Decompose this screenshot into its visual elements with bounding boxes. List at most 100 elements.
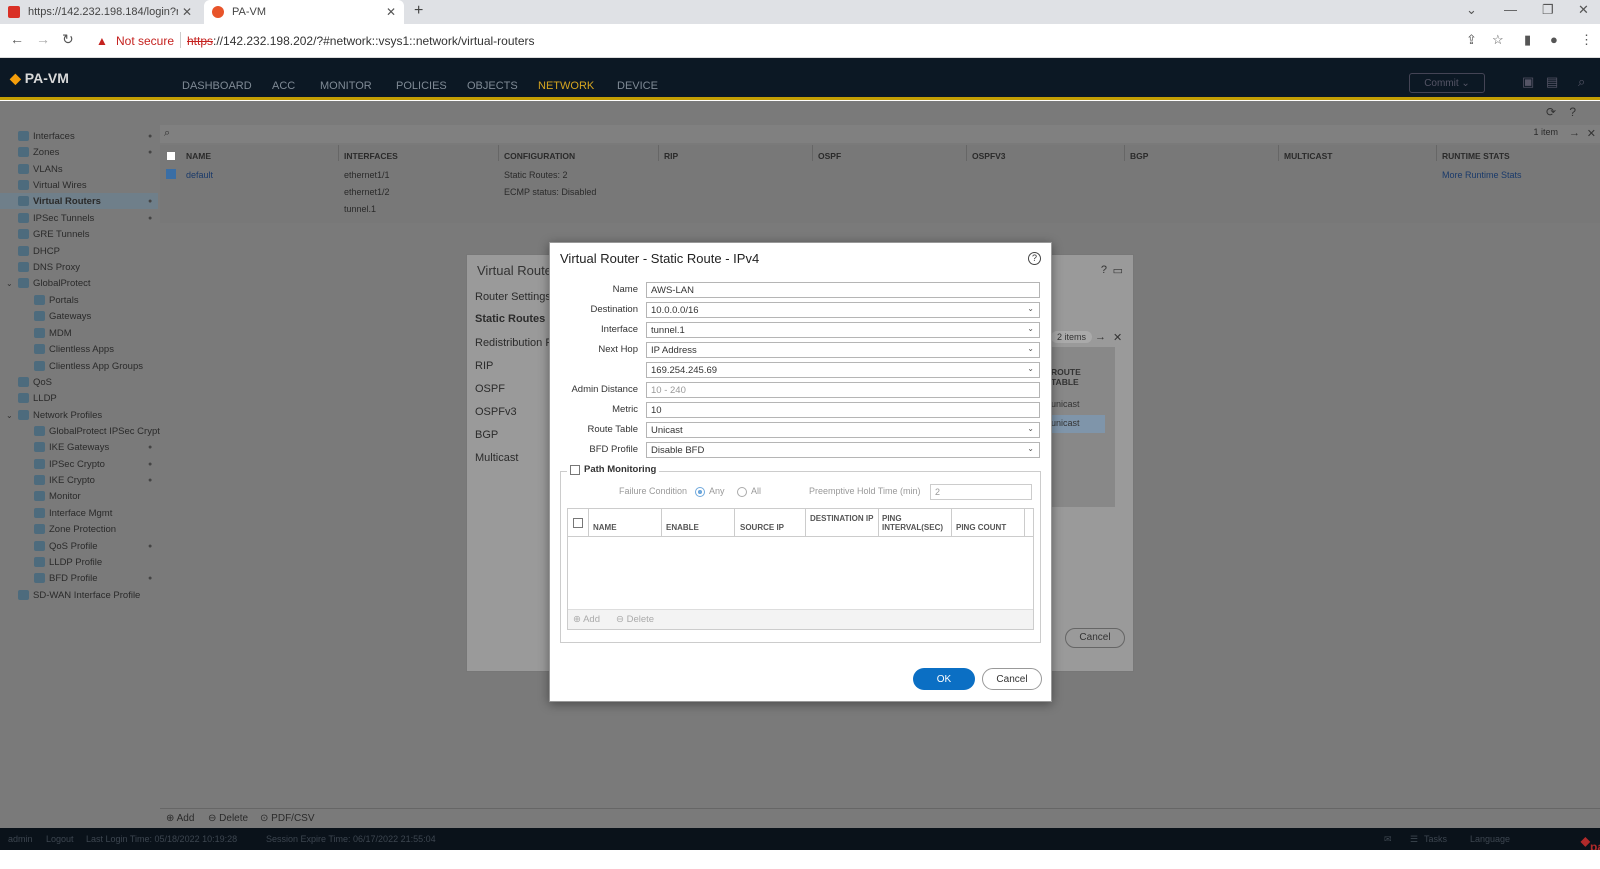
url-field[interactable]: https://142.232.198.202/?#network::vsys1… — [187, 34, 535, 48]
bg-nav-rip[interactable]: RIP — [475, 360, 493, 372]
col-header-multicast[interactable]: MULTICAST — [1284, 151, 1332, 161]
add-button[interactable]: ⊕ Add — [166, 813, 194, 824]
back-icon[interactable]: ← — [10, 31, 24, 47]
col-header-name[interactable]: NAME — [593, 523, 617, 532]
failure-any-radio[interactable]: Any — [695, 486, 725, 497]
bookmark-star-icon[interactable]: ☆ — [1492, 32, 1504, 48]
chevron-down-icon[interactable]: ⌄ — [1027, 344, 1034, 353]
sidebar-item-dns-proxy[interactable]: DNS Proxy — [18, 259, 80, 275]
col-header-runtime-stats[interactable]: RUNTIME STATS — [1442, 151, 1510, 161]
col-header-rip[interactable]: RIP — [664, 151, 678, 161]
next-hop-select[interactable]: IP Address ⌄ — [646, 342, 1040, 358]
col-header-bgp[interactable]: BGP — [1130, 151, 1148, 161]
profile-avatar-icon[interactable]: ● — [1550, 32, 1558, 47]
sidebar-item-lldp-profile[interactable]: LLDP Profile — [34, 554, 102, 570]
nav-objects[interactable]: OBJECTS — [467, 80, 518, 92]
browser-menu-icon[interactable]: ⋮ — [1580, 32, 1593, 48]
metric-input[interactable]: 10 — [646, 402, 1040, 418]
chevron-down-icon[interactable]: ⌄ — [1027, 324, 1034, 333]
refresh-icon[interactable]: ⟳ — [1546, 105, 1556, 119]
nav-device[interactable]: DEVICE — [617, 80, 658, 92]
ok-button[interactable]: OK — [913, 668, 975, 690]
chevron-down-icon[interactable]: ⌄ — [1027, 424, 1034, 433]
nav-acc[interactable]: ACC — [272, 80, 295, 92]
admin-distance-input[interactable]: 10 - 240 — [646, 382, 1040, 398]
sidebar-item-globalprotect[interactable]: GlobalProtect — [18, 275, 91, 291]
sidebar-item-virtual-wires[interactable]: Virtual Wires — [18, 177, 87, 193]
sidebar-item-interface-mgmt[interactable]: Interface Mgmt — [34, 505, 112, 521]
commit-button[interactable]: Commit ⌄ — [1409, 73, 1485, 93]
sidebar-item-ike-gateways[interactable]: IKE Gateways ● — [34, 439, 152, 455]
nav-dashboard[interactable]: DASHBOARD — [182, 80, 252, 92]
failure-all-radio[interactable]: All — [737, 486, 761, 497]
reload-icon[interactable]: ↻ — [62, 31, 74, 48]
bg-nav-ospf[interactable]: OSPF — [475, 383, 505, 395]
nav-network[interactable]: NETWORK — [538, 80, 594, 92]
bg-nav-bgp[interactable]: BGP — [475, 429, 498, 441]
col-header-ping-count[interactable]: PING COUNT — [956, 523, 1006, 532]
search-icon[interactable]: ⌕ — [1578, 74, 1585, 90]
select-all-checkbox[interactable] — [573, 518, 583, 528]
sidebar-item-zone-protection[interactable]: Zone Protection — [34, 521, 116, 537]
maximize-icon[interactable]: ▭ — [1113, 264, 1123, 277]
sidebar-item-gp-ipsec-crypto[interactable]: GlobalProtect IPSec Crypto — [34, 423, 165, 439]
col-header-ping-interval[interactable]: PING INTERVAL(SEC) — [882, 514, 952, 532]
close-tab-icon[interactable]: ✕ — [386, 5, 396, 19]
clear-filter-icon[interactable]: ✕ — [1113, 331, 1122, 344]
filter-bar[interactable]: ⌕ — [160, 125, 1600, 143]
minimize-icon[interactable]: — — [1504, 2, 1517, 17]
add-button[interactable]: ⊕ Add — [573, 614, 600, 625]
sidebar-item-virtual-routers[interactable]: Virtual Routers ● — [0, 193, 158, 209]
sidebar-item-gateways[interactable]: Gateways — [34, 308, 91, 324]
sidebar-item-vlans[interactable]: VLANs — [18, 161, 63, 177]
collapse-chevron-icon[interactable]: ⌄ — [6, 411, 13, 420]
bg-cancel-button[interactable]: Cancel — [1065, 628, 1125, 648]
chevron-down-icon[interactable]: ⌄ — [1027, 444, 1034, 453]
destination-combobox[interactable]: 10.0.0.0/16 ⌄ — [646, 302, 1040, 318]
select-all-checkbox[interactable] — [166, 151, 176, 161]
cancel-button[interactable]: Cancel — [982, 668, 1042, 690]
sidebar-item-ipsec-crypto[interactable]: IPSec Crypto ● — [34, 456, 152, 472]
interface-select[interactable]: tunnel.1 ⌄ — [646, 322, 1040, 338]
collapse-chevron-icon[interactable]: ⌄ — [6, 279, 13, 288]
restore-icon[interactable]: ❐ — [1542, 2, 1554, 18]
mail-icon[interactable]: ✉ — [1384, 834, 1392, 845]
bg-nav-ospfv3[interactable]: OSPFv3 — [475, 406, 517, 418]
col-header-name[interactable]: NAME — [186, 151, 211, 161]
share-icon[interactable]: ⇪ — [1466, 32, 1477, 48]
sidebar-item-clientless-app-groups[interactable]: Clientless App Groups — [34, 358, 143, 374]
col-header-destination-ip[interactable]: DESTINATION IP — [810, 514, 876, 523]
warning-icon[interactable]: ▲ — [96, 34, 108, 48]
sidebar-item-gre-tunnels[interactable]: GRE Tunnels — [18, 226, 90, 242]
next-hop-ip-combobox[interactable]: 169.254.245.69 ⌄ — [646, 362, 1040, 378]
route-table-select[interactable]: Unicast ⌄ — [646, 422, 1040, 438]
router-name-link[interactable]: default — [186, 170, 213, 180]
clear-filter-icon[interactable]: ✕ — [1587, 127, 1596, 140]
language-link[interactable]: Language — [1470, 834, 1510, 844]
bfd-profile-select[interactable]: Disable BFD ⌄ — [646, 442, 1040, 458]
sidebar-item-qos-profile[interactable]: QoS Profile ● — [34, 538, 152, 554]
nav-policies[interactable]: POLICIES — [396, 80, 447, 92]
config-menu-icon[interactable]: ▤ — [1546, 74, 1558, 90]
sidebar-item-interfaces[interactable]: Interfaces ● — [18, 128, 152, 144]
delete-button[interactable]: ⊖ Delete — [616, 614, 654, 625]
path-monitoring-checkbox[interactable] — [570, 464, 580, 475]
pdf-csv-button[interactable]: ⊙ PDF/CSV — [260, 813, 315, 824]
close-window-icon[interactable]: ✕ — [1578, 2, 1589, 18]
sidebar-item-bfd-profile[interactable]: BFD Profile ● — [34, 570, 152, 586]
col-header-ospf[interactable]: OSPF — [818, 151, 841, 161]
delete-button[interactable]: ⊖ Delete — [208, 813, 248, 824]
bg-nav-multicast[interactable]: Multicast — [475, 452, 518, 464]
col-header-interfaces[interactable]: INTERFACES — [344, 151, 398, 161]
sidebar-item-sd-wan-interface-profile[interactable]: SD-WAN Interface Profile — [18, 587, 140, 603]
sidebar-item-network-profiles[interactable]: Network Profiles — [18, 407, 102, 423]
sidebar-item-portals[interactable]: Portals — [34, 292, 79, 308]
apply-filter-icon[interactable]: → — [1569, 127, 1580, 139]
hold-time-input[interactable]: 2 — [930, 484, 1032, 500]
chevron-down-icon[interactable]: ⌄ — [1027, 304, 1034, 313]
col-header-configuration[interactable]: CONFIGURATION — [504, 151, 575, 161]
sidebar-item-zones[interactable]: Zones ● — [18, 144, 152, 160]
logout-link[interactable]: Logout — [46, 834, 74, 844]
sidebar-item-lldp[interactable]: LLDP — [18, 390, 57, 406]
bg-nav-router-settings[interactable]: Router Settings — [475, 291, 551, 303]
